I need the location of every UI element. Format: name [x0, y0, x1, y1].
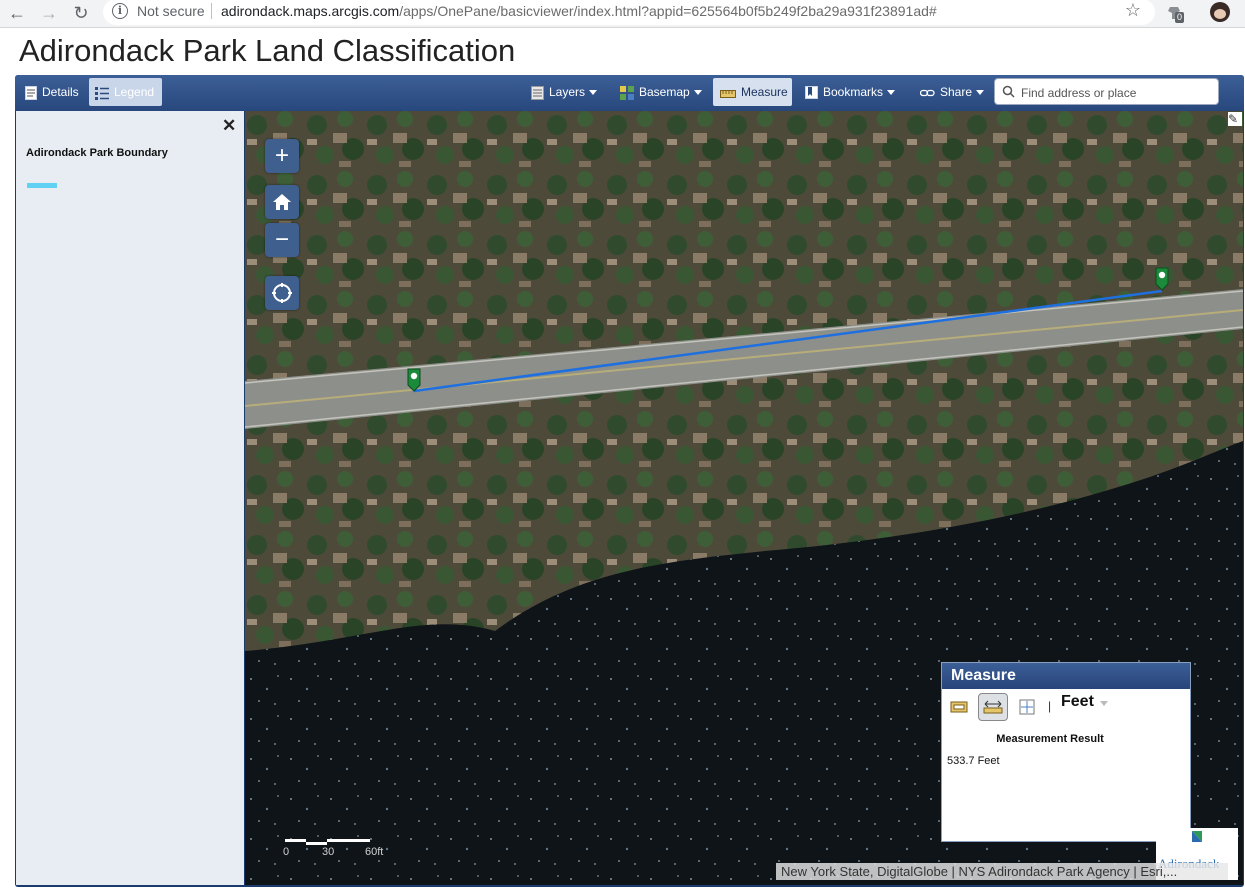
- chevron-down-icon: [693, 90, 702, 96]
- scalebar-label: 0: [283, 846, 290, 858]
- details-button[interactable]: Details: [19, 78, 85, 106]
- area-icon: [950, 701, 968, 713]
- chevron-down-icon: [976, 90, 985, 96]
- measurement-result-label: Measurement Result: [996, 733, 1104, 745]
- profile-avatar[interactable]: [1210, 2, 1230, 22]
- bookmark-star-icon[interactable]: ☆: [1125, 0, 1141, 21]
- home-button[interactable]: [265, 185, 299, 219]
- page-title: Adirondack Park Land Classification: [19, 33, 516, 68]
- distance-tool-button[interactable]: [978, 693, 1008, 721]
- area-tool-button[interactable]: [944, 693, 974, 721]
- layers-label: Layers: [549, 85, 586, 99]
- chevron-down-icon: [887, 90, 896, 96]
- scalebar: [285, 839, 370, 845]
- address-bar[interactable]: i Not secure adirondack.maps.arcgis.com/…: [103, 0, 1155, 25]
- measure-widget-title: Measure: [942, 663, 1190, 689]
- measure-button[interactable]: Measure: [713, 78, 792, 106]
- search-box[interactable]: [994, 78, 1219, 105]
- back-arrow-icon[interactable]: ←: [6, 3, 28, 23]
- legend-panel: [16, 111, 244, 885]
- browser-chrome: ← → ↻ i Not secure adirondack.maps.arcgi…: [0, 0, 1245, 28]
- bookmark-icon: [805, 86, 818, 100]
- bookmarks-label: Bookmarks: [823, 85, 884, 99]
- ruler-icon: [720, 89, 736, 98]
- unit-select[interactable]: Feet: [1061, 693, 1094, 711]
- home-icon: [273, 194, 291, 210]
- search-icon: [1002, 85, 1015, 98]
- zoom-in-button[interactable]: +: [265, 139, 299, 173]
- logo-mark: [1192, 831, 1202, 842]
- share-button[interactable]: Share: [920, 78, 985, 106]
- measure-label: Measure: [741, 85, 788, 99]
- legend-swatch: [27, 183, 57, 188]
- layers-button[interactable]: Layers: [531, 78, 598, 106]
- search-input[interactable]: [1019, 82, 1213, 103]
- edit-icon[interactable]: ✎: [1228, 112, 1242, 126]
- legend-icon: [95, 86, 109, 100]
- reload-icon[interactable]: ↻: [70, 3, 92, 23]
- scalebar-label: 60ft: [365, 846, 384, 858]
- map-marker-icon[interactable]: [406, 367, 422, 393]
- link-icon: [920, 89, 935, 96]
- bookmarks-button[interactable]: Bookmarks: [805, 78, 896, 106]
- basemap-icon: [620, 85, 634, 100]
- details-label: Details: [42, 85, 79, 99]
- extension-badge: 0: [1175, 12, 1185, 23]
- zoom-out-button[interactable]: −: [265, 223, 299, 257]
- share-label: Share: [940, 85, 973, 99]
- forward-arrow-icon[interactable]: →: [38, 3, 60, 23]
- measurement-result-value: 533.7 Feet: [947, 755, 1000, 767]
- map-marker-icon[interactable]: [1154, 266, 1170, 292]
- url-text[interactable]: adirondack.maps.arcgis.com/apps/OnePane/…: [221, 3, 937, 19]
- legend-layer-title: Adirondack Park Boundary: [26, 147, 168, 159]
- map-attribution: New York State, DigitalGlobe | NYS Adiro…: [776, 863, 1228, 880]
- close-icon[interactable]: ✕: [222, 116, 236, 136]
- basemap-button[interactable]: Basemap: [620, 78, 702, 106]
- legend-button[interactable]: Legend: [89, 78, 162, 106]
- layers-icon: [531, 85, 544, 100]
- info-icon[interactable]: i: [112, 3, 128, 19]
- divider: |: [1048, 699, 1052, 713]
- location-icon: [1019, 699, 1035, 715]
- legend-label: Legend: [114, 85, 155, 99]
- location-tool-button[interactable]: [1012, 693, 1042, 721]
- distance-icon: [983, 700, 1003, 714]
- locate-icon: [272, 283, 292, 303]
- chevron-down-icon[interactable]: [1100, 701, 1108, 706]
- chevron-down-icon: [589, 90, 598, 96]
- divider: [211, 3, 212, 19]
- not-secure-label: Not secure: [137, 3, 205, 19]
- locate-button[interactable]: [265, 276, 299, 310]
- scalebar-label: 30: [322, 846, 335, 858]
- details-icon: [25, 85, 37, 100]
- measure-widget: Measure | Feet Measurement Result 533.7 …: [941, 662, 1191, 842]
- basemap-label: Basemap: [639, 85, 690, 99]
